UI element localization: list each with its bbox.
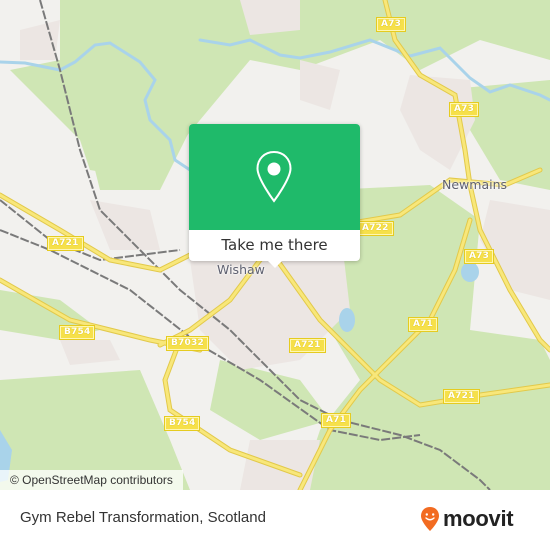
moovit-pin-icon [421, 507, 439, 531]
map-attribution[interactable]: © OpenStreetMap contributors [0, 470, 183, 490]
popup-pointer [267, 260, 283, 268]
take-me-there-button[interactable]: Take me there [189, 230, 360, 261]
loch [339, 308, 355, 332]
urban-area [90, 200, 160, 250]
road-label-a73: A73 [463, 249, 495, 264]
place-title: Gym Rebel Transformation, Scotland [20, 509, 266, 526]
road-label-b754: B754 [163, 416, 201, 431]
map-view[interactable]: A73 A73 A73 A721 A722 B754 B7032 A721 A7… [0, 0, 550, 490]
woodland-area [210, 360, 330, 440]
road-label-a73: A73 [375, 17, 407, 32]
urban-area [240, 440, 320, 490]
urban-area [300, 60, 340, 110]
road-label-a71: A71 [320, 413, 352, 428]
location-popup: Take me there [189, 124, 360, 268]
popup-header [189, 124, 360, 230]
road-label-a721: A721 [289, 338, 326, 353]
road-label-a71: A71 [407, 317, 439, 332]
road-label-a722: A722 [357, 221, 394, 236]
place-label-newmains: Newmains [442, 177, 508, 192]
loch [461, 262, 479, 282]
urban-area [60, 340, 120, 365]
urban-area [240, 0, 300, 35]
road-label-a73: A73 [448, 102, 480, 117]
place-label-wishaw: Wishaw [217, 262, 265, 277]
location-pin-icon [256, 150, 292, 203]
road-label-b7032: B7032 [166, 336, 209, 351]
urban-area [20, 20, 60, 60]
road-label-b754: B754 [58, 325, 96, 340]
road-label-a721: A721 [47, 236, 84, 251]
road-label-a721: A721 [443, 389, 480, 404]
moovit-logo[interactable]: moovit [420, 505, 514, 533]
moovit-wordmark: moovit [443, 506, 514, 531]
